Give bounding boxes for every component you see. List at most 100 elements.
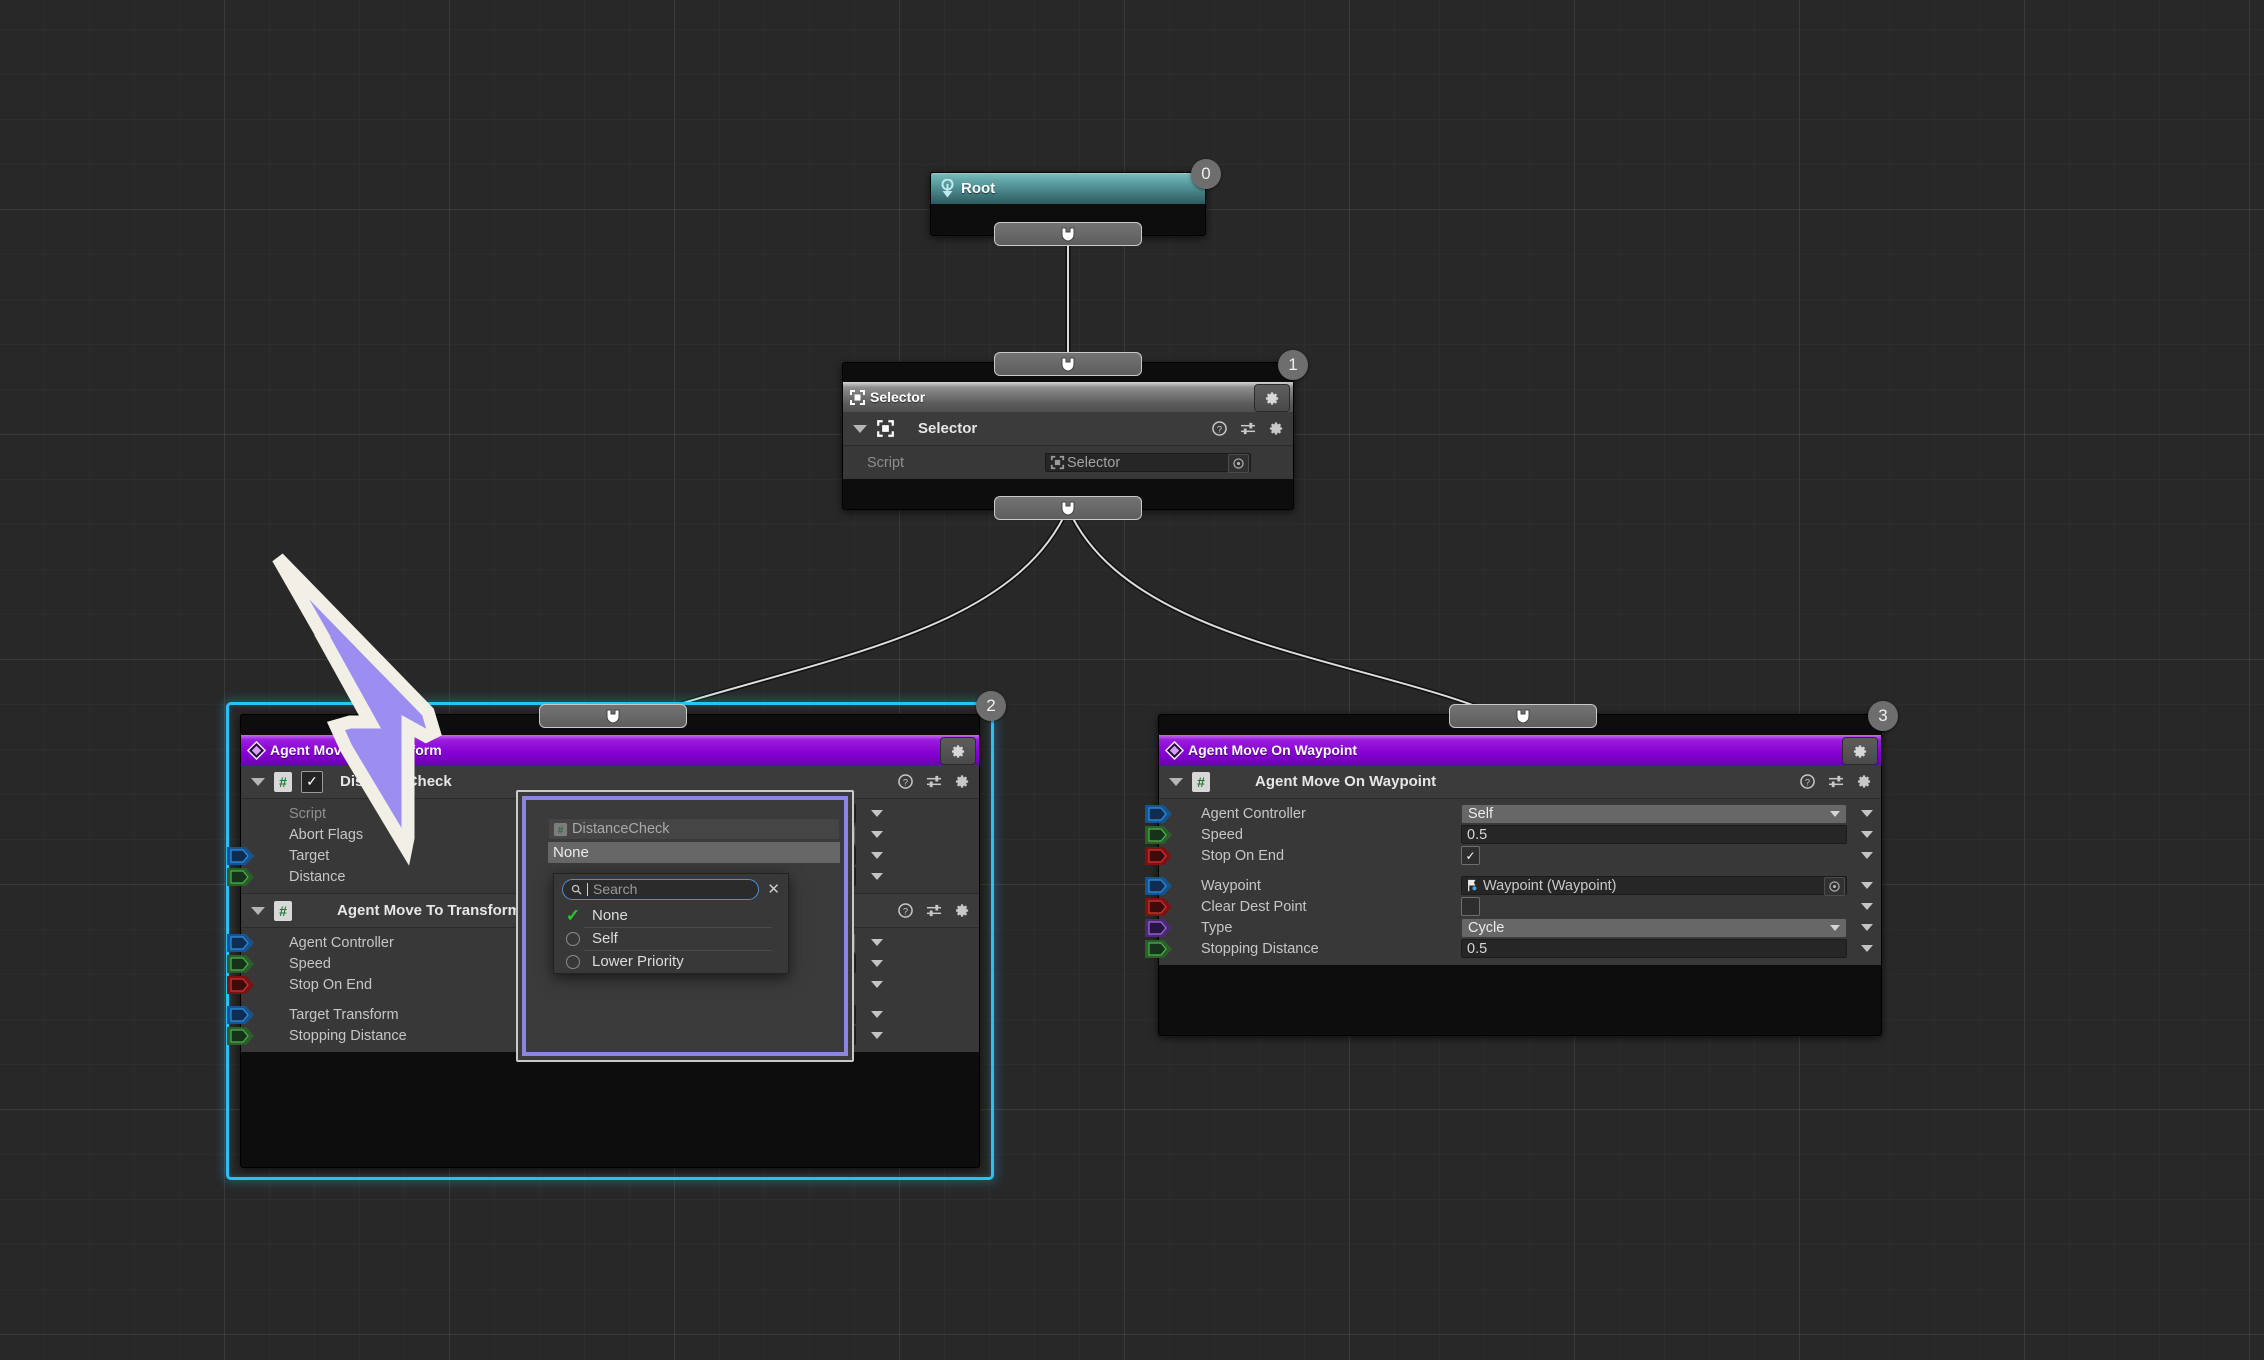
bool-field-stop-on-end[interactable]: ✓ (1461, 846, 1480, 865)
row-dropdown-arrow[interactable] (871, 852, 883, 859)
node-amow-titlebar[interactable]: Agent Move On Waypoint (1159, 735, 1881, 765)
node-selector-body[interactable]: Selector Selector (842, 362, 1294, 510)
variable-port-green[interactable] (227, 868, 255, 886)
node-root-titlebar[interactable]: Root (931, 173, 1205, 204)
enum-option-self[interactable]: Self (554, 927, 788, 950)
text-field-speed[interactable]: 0.5 (1461, 825, 1847, 844)
node-root-body[interactable]: Root (930, 172, 1206, 236)
gear-icon[interactable] (955, 903, 970, 918)
gear-icon[interactable] (1269, 421, 1284, 436)
node-amtt-settings-button[interactable] (940, 737, 976, 765)
node-selector-input-port[interactable] (994, 352, 1142, 376)
preset-icon[interactable] (1828, 774, 1844, 789)
preset-icon[interactable] (926, 774, 942, 789)
row-dropdown-arrow[interactable] (871, 873, 883, 880)
row-dropdown-arrow[interactable] (871, 1011, 883, 1018)
object-field[interactable]: Selector (1045, 453, 1251, 472)
node-amtt-input-port[interactable] (539, 704, 687, 728)
row-agent-controller[interactable]: Agent Controller Self (1159, 803, 1881, 824)
chevron-down-icon[interactable] (251, 907, 265, 915)
component-header-agent-move-on-waypoint[interactable]: # Agent Move On Waypoint ? (1159, 765, 1881, 799)
node-amow-settings-button[interactable] (1842, 737, 1878, 765)
object-field-waypoint[interactable]: Waypoint (Waypoint) (1461, 876, 1847, 895)
node-selector-output-port[interactable] (994, 496, 1142, 520)
variable-port-blue[interactable] (227, 934, 255, 952)
variable-port-blue[interactable] (227, 847, 255, 865)
node-selector-titlebar[interactable]: Selector (843, 382, 1293, 412)
variable-port-green[interactable] (227, 955, 255, 973)
help-icon[interactable]: ? (1800, 774, 1815, 789)
bool-field-clear-dest-point[interactable]: ✓ (1461, 897, 1480, 916)
row-dropdown-arrow[interactable] (871, 960, 883, 967)
row-dropdown-arrow[interactable] (871, 939, 883, 946)
object-picker-button[interactable] (1824, 877, 1845, 896)
node-agent-move-on-waypoint[interactable]: Agent Move On Waypoint # Agent Move On W… (1158, 714, 1882, 1036)
row-dropdown-arrow[interactable] (871, 810, 883, 817)
close-icon[interactable]: ✕ (767, 882, 780, 897)
enum-dropdown-search-row[interactable]: Search ✕ (554, 874, 788, 904)
enum-option-lower-priority[interactable]: Lower Priority (554, 950, 788, 973)
variable-port-red[interactable] (227, 976, 255, 994)
graph-canvas[interactable]: Root 0 Selector (0, 0, 2264, 1360)
gear-icon[interactable] (1857, 774, 1872, 789)
row-field[interactable]: Waypoint (Waypoint) (1461, 876, 1847, 895)
row-field[interactable]: Selector (1045, 453, 1251, 472)
help-icon[interactable]: ? (898, 774, 913, 789)
variable-port-green[interactable] (1145, 826, 1173, 844)
row-field[interactable]: ✓ (1461, 846, 1480, 865)
row-field[interactable]: 0.5 (1461, 825, 1847, 844)
row-stopping-distance[interactable]: Stopping Distance 0.5 (1159, 938, 1881, 959)
help-icon[interactable]: ? (1212, 421, 1227, 436)
row-type[interactable]: Type Cycle (1159, 917, 1881, 938)
chevron-down-icon[interactable] (1169, 778, 1183, 786)
row-field[interactable]: Cycle (1461, 918, 1847, 937)
node-amow-body[interactable]: Agent Move On Waypoint # Agent Move On W… (1158, 714, 1882, 1036)
node-amtt-titlebar[interactable]: Agent Move To Transform (241, 735, 979, 765)
row-dropdown-arrow[interactable] (1861, 945, 1873, 952)
preset-icon[interactable] (926, 903, 942, 918)
node-selector[interactable]: Selector Selector (842, 362, 1294, 510)
variable-port-purple[interactable] (1145, 919, 1173, 937)
variable-port-green[interactable] (227, 1027, 255, 1045)
node-amow-input-port[interactable] (1449, 704, 1597, 728)
row-dropdown-arrow[interactable] (871, 1032, 883, 1039)
text-field-stopping-distance[interactable]: 0.5 (1461, 939, 1847, 958)
chevron-down-icon[interactable] (853, 425, 867, 433)
variable-port-blue[interactable] (227, 1006, 255, 1024)
variable-port-blue[interactable] (1145, 805, 1173, 823)
object-picker-button[interactable] (1228, 454, 1249, 473)
node-selector-settings-button[interactable] (1254, 384, 1290, 412)
row-field[interactable]: 0.5 (1461, 939, 1847, 958)
row-dropdown-arrow[interactable] (1861, 903, 1873, 910)
enum-field-type[interactable]: Cycle (1461, 918, 1847, 938)
preset-icon[interactable] (1240, 421, 1256, 436)
enum-dropdown[interactable]: Search ✕ ✓ None Self Lower Priority (553, 873, 789, 974)
row-dropdown-arrow[interactable] (1861, 882, 1873, 889)
row-script[interactable]: Script Selector (843, 452, 1293, 473)
row-field[interactable]: Self (1461, 804, 1847, 823)
row-stop-on-end[interactable]: Stop On End ✓ (1159, 845, 1881, 866)
row-clear-dest-point[interactable]: Clear Dest Point ✓ (1159, 896, 1881, 917)
variable-port-green[interactable] (1145, 940, 1173, 958)
help-icon[interactable]: ? (898, 903, 913, 918)
row-dropdown-arrow[interactable] (1861, 852, 1873, 859)
row-dropdown-arrow[interactable] (1861, 924, 1873, 931)
chevron-down-icon[interactable] (251, 778, 265, 786)
enum-field-agent-controller[interactable]: Self (1461, 804, 1847, 824)
row-dropdown-arrow[interactable] (1861, 831, 1873, 838)
node-selector-component-header[interactable]: Selector ? (843, 412, 1293, 446)
row-field[interactable]: ✓ (1461, 897, 1480, 916)
row-waypoint[interactable]: Waypoint Waypoint (Waypoint) (1159, 875, 1881, 896)
row-speed[interactable]: Speed 0.5 (1159, 824, 1881, 845)
row-dropdown-arrow[interactable] (871, 981, 883, 988)
variable-port-blue[interactable] (1145, 877, 1173, 895)
row-dropdown-arrow[interactable] (871, 831, 883, 838)
gear-icon[interactable] (955, 774, 970, 789)
variable-port-red[interactable] (1145, 847, 1173, 865)
enum-option-none[interactable]: ✓ None (554, 904, 788, 927)
node-root[interactable]: Root 0 (930, 172, 1206, 236)
row-dropdown-arrow[interactable] (1861, 810, 1873, 817)
component-enabled-checkbox[interactable]: ✓ (301, 771, 323, 793)
variable-port-red[interactable] (1145, 898, 1173, 916)
node-root-output-port[interactable] (994, 222, 1142, 246)
